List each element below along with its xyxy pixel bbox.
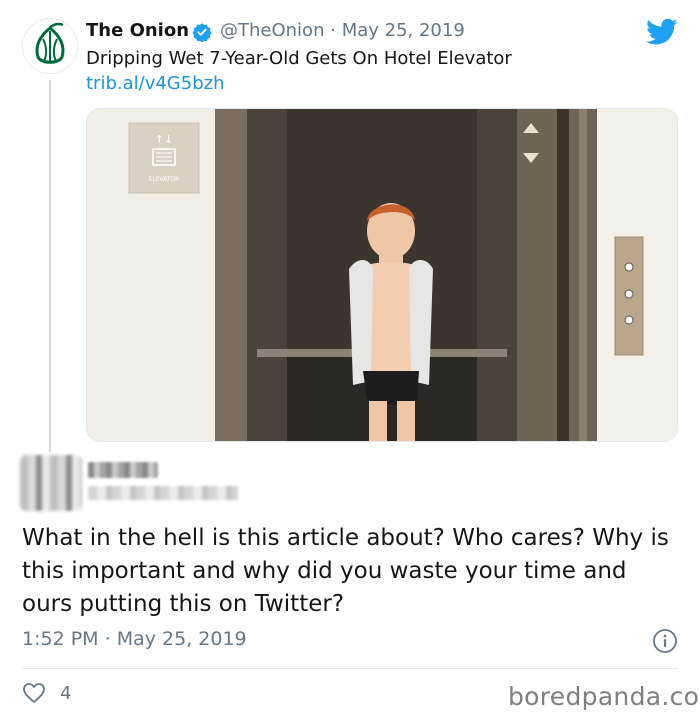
tweet-image[interactable]: ↑↓ ELEVATOR [86, 108, 678, 442]
reply-author-name-blurred[interactable] [88, 462, 158, 478]
tweet-link[interactable]: trib.al/v4G5bzh [86, 73, 225, 94]
thread-connector-line [49, 80, 51, 452]
svg-text:↑↓: ↑↓ [155, 133, 173, 146]
onion-logo-icon [24, 20, 76, 72]
boredpanda-watermark: boredpanda.com [508, 682, 700, 711]
author-handle[interactable]: @TheOnion [220, 20, 324, 41]
tweet-text: Dripping Wet 7-Year-Old Gets On Hotel El… [86, 48, 512, 69]
divider [22, 668, 678, 669]
verified-badge-icon [192, 23, 212, 42]
twitter-bird-icon[interactable] [646, 18, 678, 46]
elevator-sign-text: ELEVATOR [149, 176, 180, 183]
separator-dot: · [330, 20, 336, 41]
reply-timestamp[interactable]: 1:52 PM · May 25, 2019 [22, 628, 247, 650]
reply-date[interactable]: May 25, 2019 [117, 628, 247, 650]
elevator-photo: ↑↓ ELEVATOR [87, 109, 677, 441]
reply-avatar-blurred[interactable] [20, 455, 82, 511]
author-name[interactable]: The Onion [86, 20, 189, 41]
reply-author-handle-blurred[interactable] [88, 486, 238, 500]
separator-dot: · [104, 628, 111, 650]
like-count: 4 [60, 683, 72, 704]
author-handle-and-date[interactable]: @TheOnion · May 25, 2019 [220, 20, 465, 41]
heart-icon[interactable] [22, 682, 46, 704]
info-icon[interactable] [652, 628, 678, 654]
tweet-date[interactable]: May 25, 2019 [342, 20, 465, 41]
onion-avatar[interactable] [22, 18, 78, 74]
reply-text: What in the hell is this article about? … [22, 525, 669, 617]
reply-time[interactable]: 1:52 PM [22, 628, 99, 650]
